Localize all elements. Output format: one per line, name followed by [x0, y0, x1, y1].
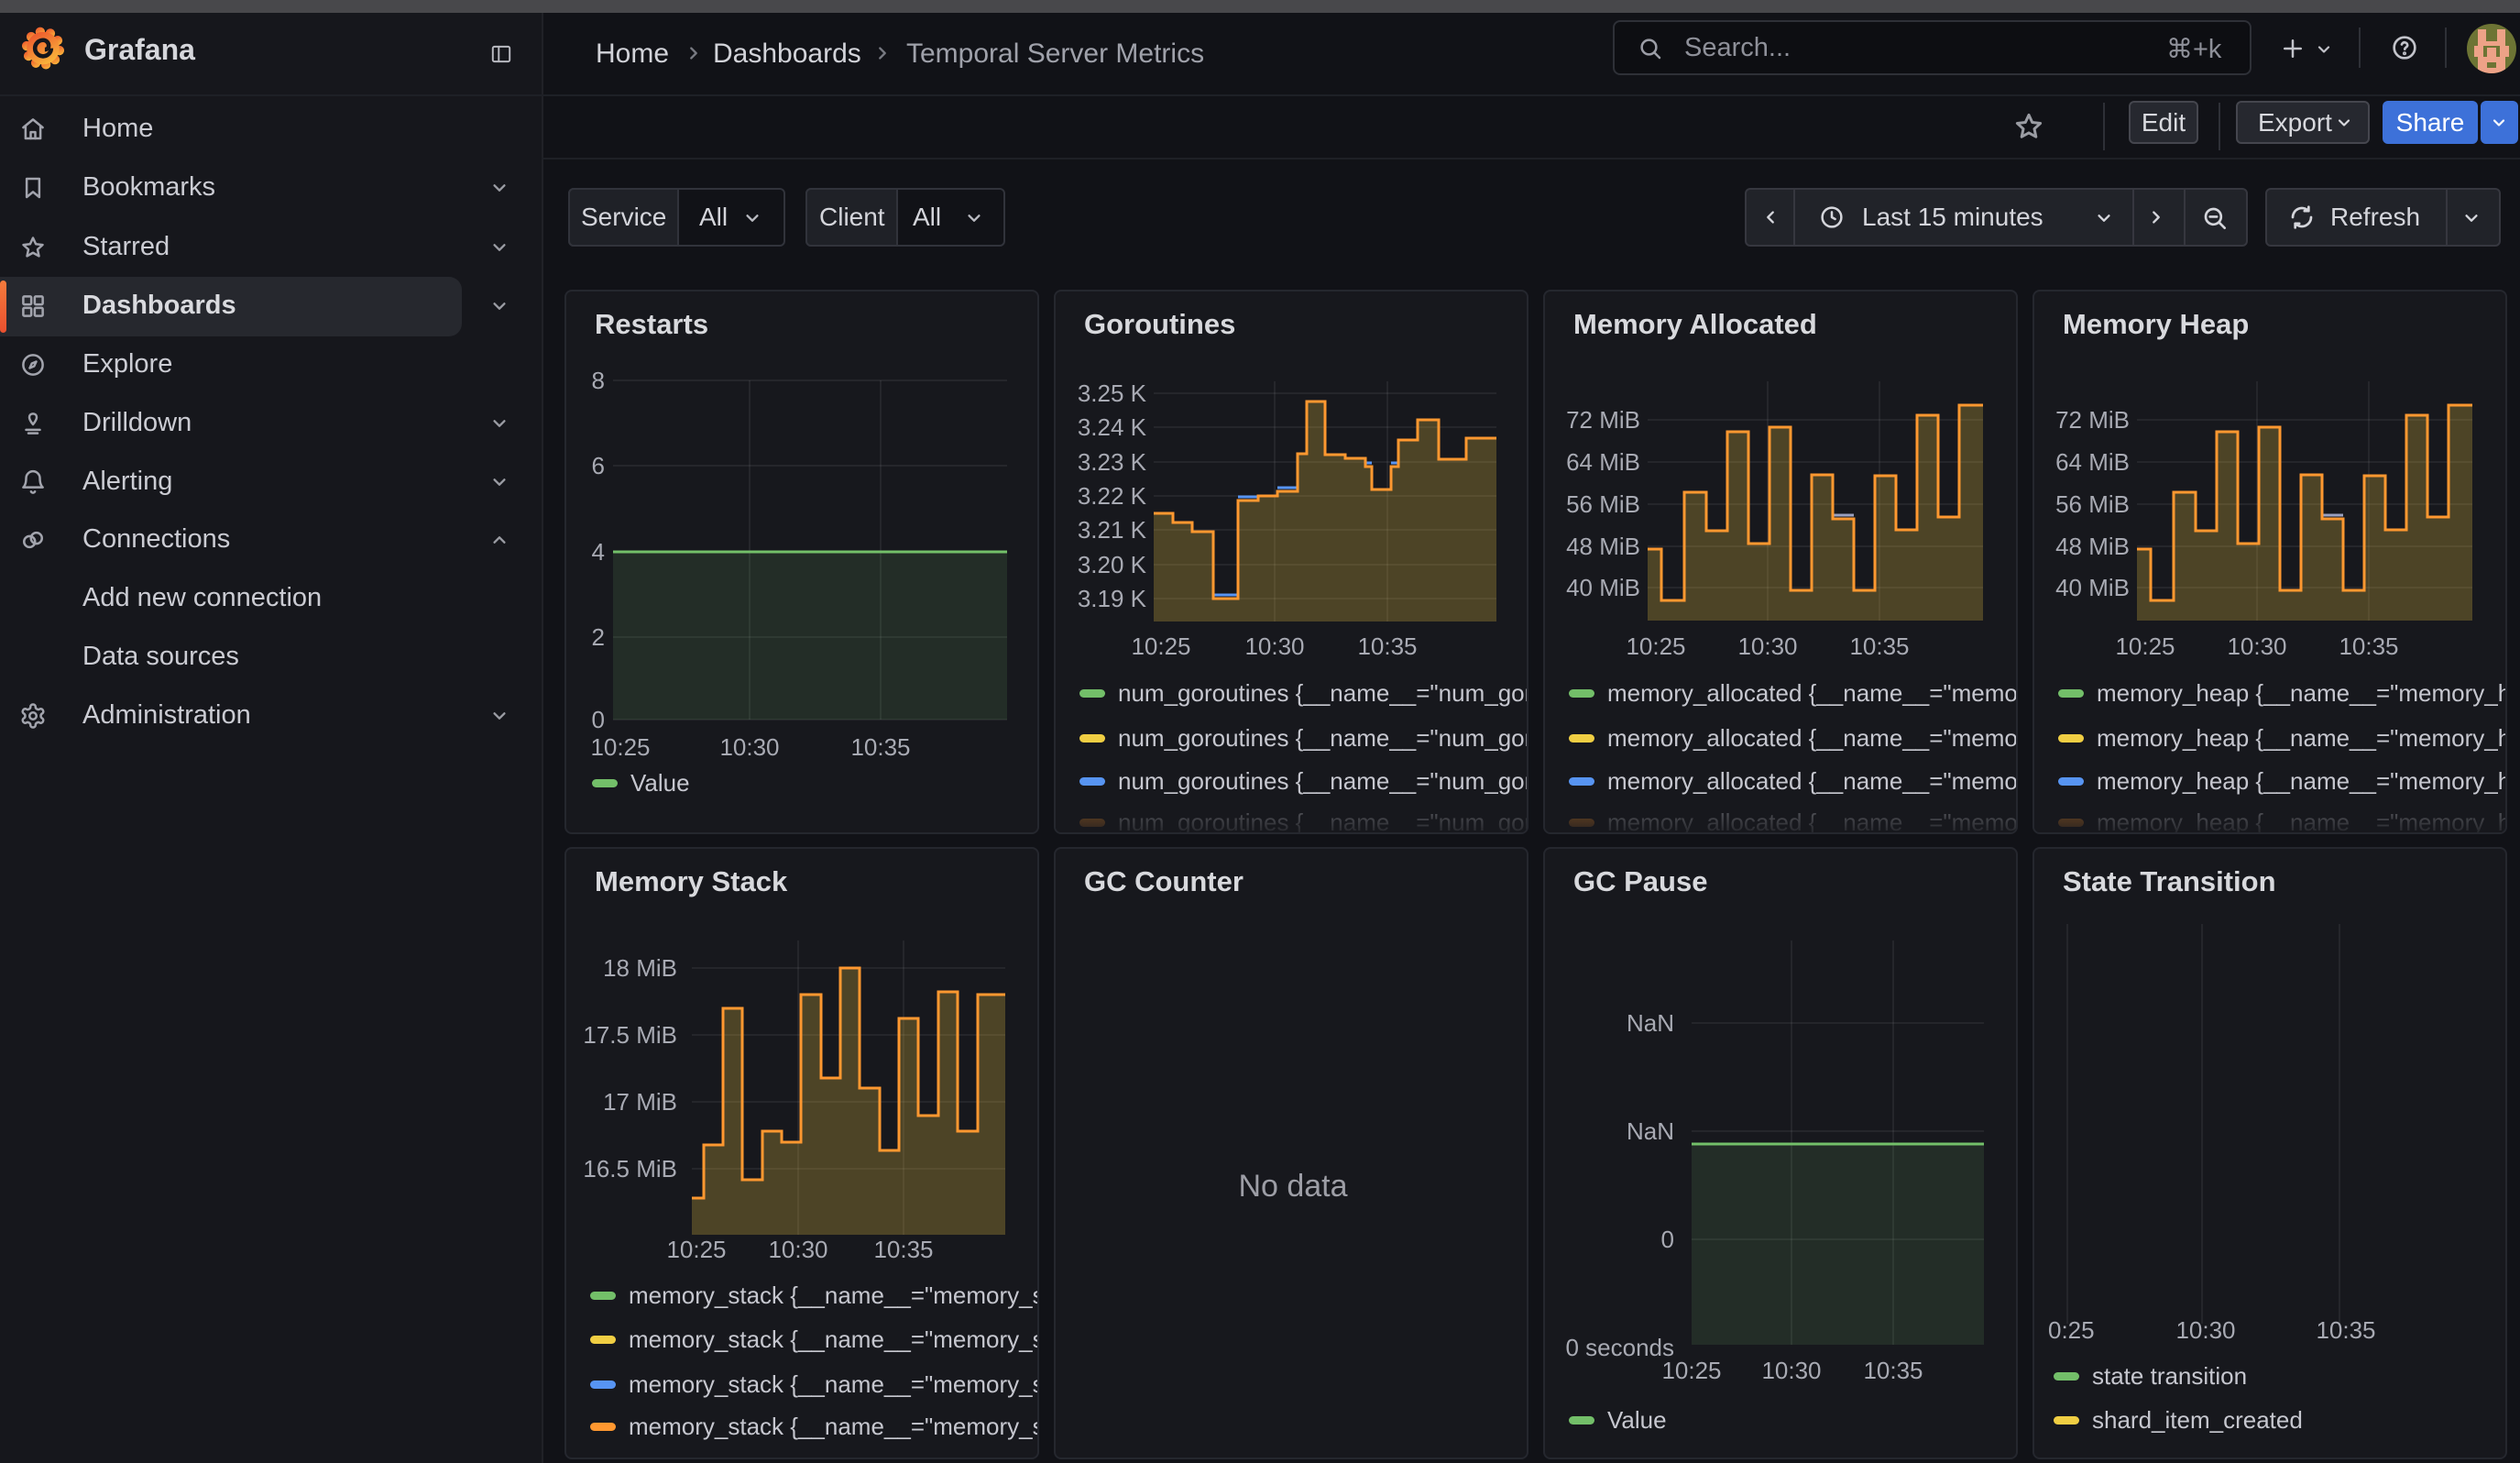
svg-text:10:35: 10:35 — [2339, 632, 2398, 660]
svg-text:10:35: 10:35 — [1863, 1357, 1923, 1384]
svg-text:10:25: 10:25 — [666, 1236, 726, 1263]
svg-text:3.24 K: 3.24 K — [1078, 413, 1147, 441]
svg-text:18 MiB: 18 MiB — [603, 954, 677, 982]
svg-text:2: 2 — [592, 623, 605, 651]
svg-text:NaN: NaN — [1627, 1009, 1674, 1037]
svg-text:NaN: NaN — [1627, 1117, 1674, 1145]
svg-text:4: 4 — [592, 538, 605, 566]
svg-text:8: 8 — [592, 367, 605, 394]
svg-text:10:30: 10:30 — [2227, 632, 2286, 660]
svg-text:3.21 K: 3.21 K — [1078, 516, 1147, 544]
svg-text:10:30: 10:30 — [719, 733, 779, 761]
svg-text:10:30: 10:30 — [1244, 632, 1304, 660]
svg-text:0 seconds: 0 seconds — [1565, 1334, 1674, 1361]
svg-text:16.5 MiB: 16.5 MiB — [583, 1155, 677, 1182]
svg-text:10:30: 10:30 — [1761, 1357, 1821, 1384]
svg-text:3.23 K: 3.23 K — [1078, 448, 1147, 476]
svg-text:10:35: 10:35 — [2316, 1316, 2375, 1344]
svg-text:64 MiB: 64 MiB — [1566, 448, 1640, 476]
svg-text:10:25: 10:25 — [1626, 632, 1685, 660]
svg-text:72 MiB: 72 MiB — [2055, 406, 2130, 434]
svg-text:10:30: 10:30 — [768, 1236, 827, 1263]
svg-text:10:35: 10:35 — [1849, 632, 1909, 660]
svg-text:10:35: 10:35 — [1357, 632, 1417, 660]
svg-text:0: 0 — [592, 706, 605, 733]
svg-text:10:30: 10:30 — [2175, 1316, 2235, 1344]
svg-text:40 MiB: 40 MiB — [1566, 574, 1640, 601]
svg-text:10:25: 10:25 — [1661, 1357, 1721, 1384]
svg-text:10:25: 10:25 — [2115, 632, 2175, 660]
svg-text:10:35: 10:35 — [850, 733, 910, 761]
svg-text:40 MiB: 40 MiB — [2055, 574, 2130, 601]
svg-text:72 MiB: 72 MiB — [1566, 406, 1640, 434]
svg-text:6: 6 — [592, 452, 605, 479]
svg-text:48 MiB: 48 MiB — [1566, 533, 1640, 560]
svg-text:10:30: 10:30 — [1737, 632, 1797, 660]
svg-text:48 MiB: 48 MiB — [2055, 533, 2130, 560]
svg-text:3.25 K: 3.25 K — [1078, 380, 1147, 407]
svg-text:17.5 MiB: 17.5 MiB — [583, 1021, 677, 1049]
svg-text:10:35: 10:35 — [873, 1236, 933, 1263]
svg-text:17 MiB: 17 MiB — [603, 1088, 677, 1116]
svg-text:3.19 K: 3.19 K — [1078, 585, 1147, 612]
svg-text:56 MiB: 56 MiB — [1566, 490, 1640, 518]
svg-text:0:25: 0:25 — [2048, 1316, 2095, 1344]
svg-text:3.22 K: 3.22 K — [1078, 482, 1147, 510]
svg-text:3.20 K: 3.20 K — [1078, 551, 1147, 578]
svg-text:64 MiB: 64 MiB — [2055, 448, 2130, 476]
svg-text:10:25: 10:25 — [1131, 632, 1190, 660]
svg-text:56 MiB: 56 MiB — [2055, 490, 2130, 518]
svg-text:10:25: 10:25 — [590, 733, 650, 761]
svg-text:0: 0 — [1661, 1226, 1674, 1253]
